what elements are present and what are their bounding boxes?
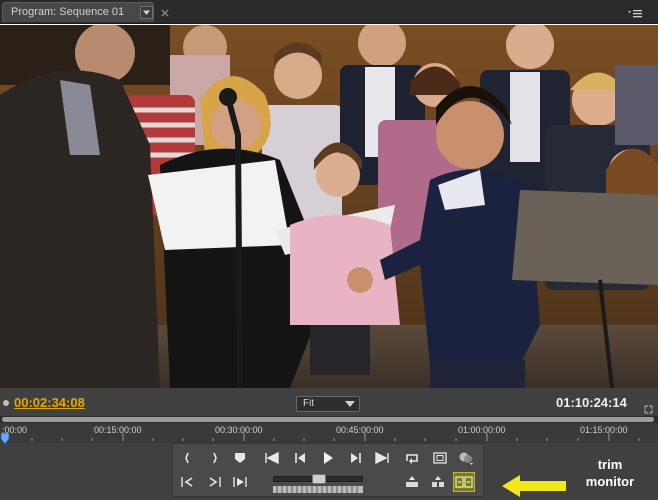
- current-time-display[interactable]: 00:02:34:08: [14, 395, 85, 410]
- close-icon[interactable]: [160, 4, 170, 17]
- set-in-point-icon[interactable]: [177, 448, 199, 468]
- output-icon[interactable]: [455, 448, 477, 468]
- set-marker-icon[interactable]: [229, 448, 251, 468]
- jog-knob[interactable]: [312, 474, 326, 484]
- go-to-previous-marker-icon[interactable]: [177, 472, 199, 492]
- panel-tab-bar: Program: Sequence 01: [0, 0, 658, 24]
- dropdown-arrow-icon[interactable]: [140, 6, 153, 19]
- jog-control[interactable]: [273, 474, 363, 484]
- resize-icon[interactable]: [644, 399, 653, 414]
- go-to-out-point-icon[interactable]: [371, 448, 393, 468]
- extract-icon[interactable]: [427, 472, 449, 492]
- tab-title: Program: Sequence 01: [11, 6, 125, 18]
- program-monitor-tab[interactable]: Program: Sequence 01: [2, 2, 154, 22]
- play-in-to-out-icon[interactable]: [229, 472, 251, 492]
- callout-label: trim monitor: [572, 456, 648, 490]
- go-to-next-marker-icon[interactable]: [203, 472, 225, 492]
- ruler-ticks: [1, 433, 640, 441]
- lift-icon[interactable]: [401, 472, 423, 492]
- set-out-point-icon[interactable]: [203, 448, 225, 468]
- step-back-icon[interactable]: [289, 448, 311, 468]
- loop-icon[interactable]: [401, 448, 423, 468]
- step-forward-icon[interactable]: [345, 448, 367, 468]
- trim-monitor-icon[interactable]: [453, 472, 475, 492]
- zoom-level-value: Fit: [303, 398, 315, 409]
- play-icon[interactable]: [317, 448, 339, 468]
- zoom-level-select[interactable]: Fit: [296, 396, 360, 412]
- scrollbar-thumb[interactable]: [2, 417, 654, 422]
- panel-menu-icon[interactable]: [627, 5, 643, 18]
- callout-line-1: trim: [597, 457, 623, 472]
- view-zoom-scrollbar[interactable]: [0, 416, 658, 423]
- safe-margins-icon[interactable]: [429, 448, 451, 468]
- go-to-in-point-icon[interactable]: [261, 448, 283, 468]
- time-ruler[interactable]: :00:00 00:15:00:00 00:30:00:00 00:45:00:…: [0, 423, 658, 445]
- transport-controls: [172, 443, 484, 497]
- chevron-down-icon: [345, 401, 355, 407]
- shuttle-control[interactable]: [273, 486, 363, 493]
- playhead-marker-icon[interactable]: [3, 400, 9, 406]
- callout-line-2: monitor: [585, 474, 635, 489]
- playhead-icon[interactable]: [0, 433, 10, 445]
- duration-display: 01:10:24:14: [556, 395, 627, 410]
- program-video-frame[interactable]: [0, 25, 658, 388]
- callout-arrow-icon: [502, 475, 566, 497]
